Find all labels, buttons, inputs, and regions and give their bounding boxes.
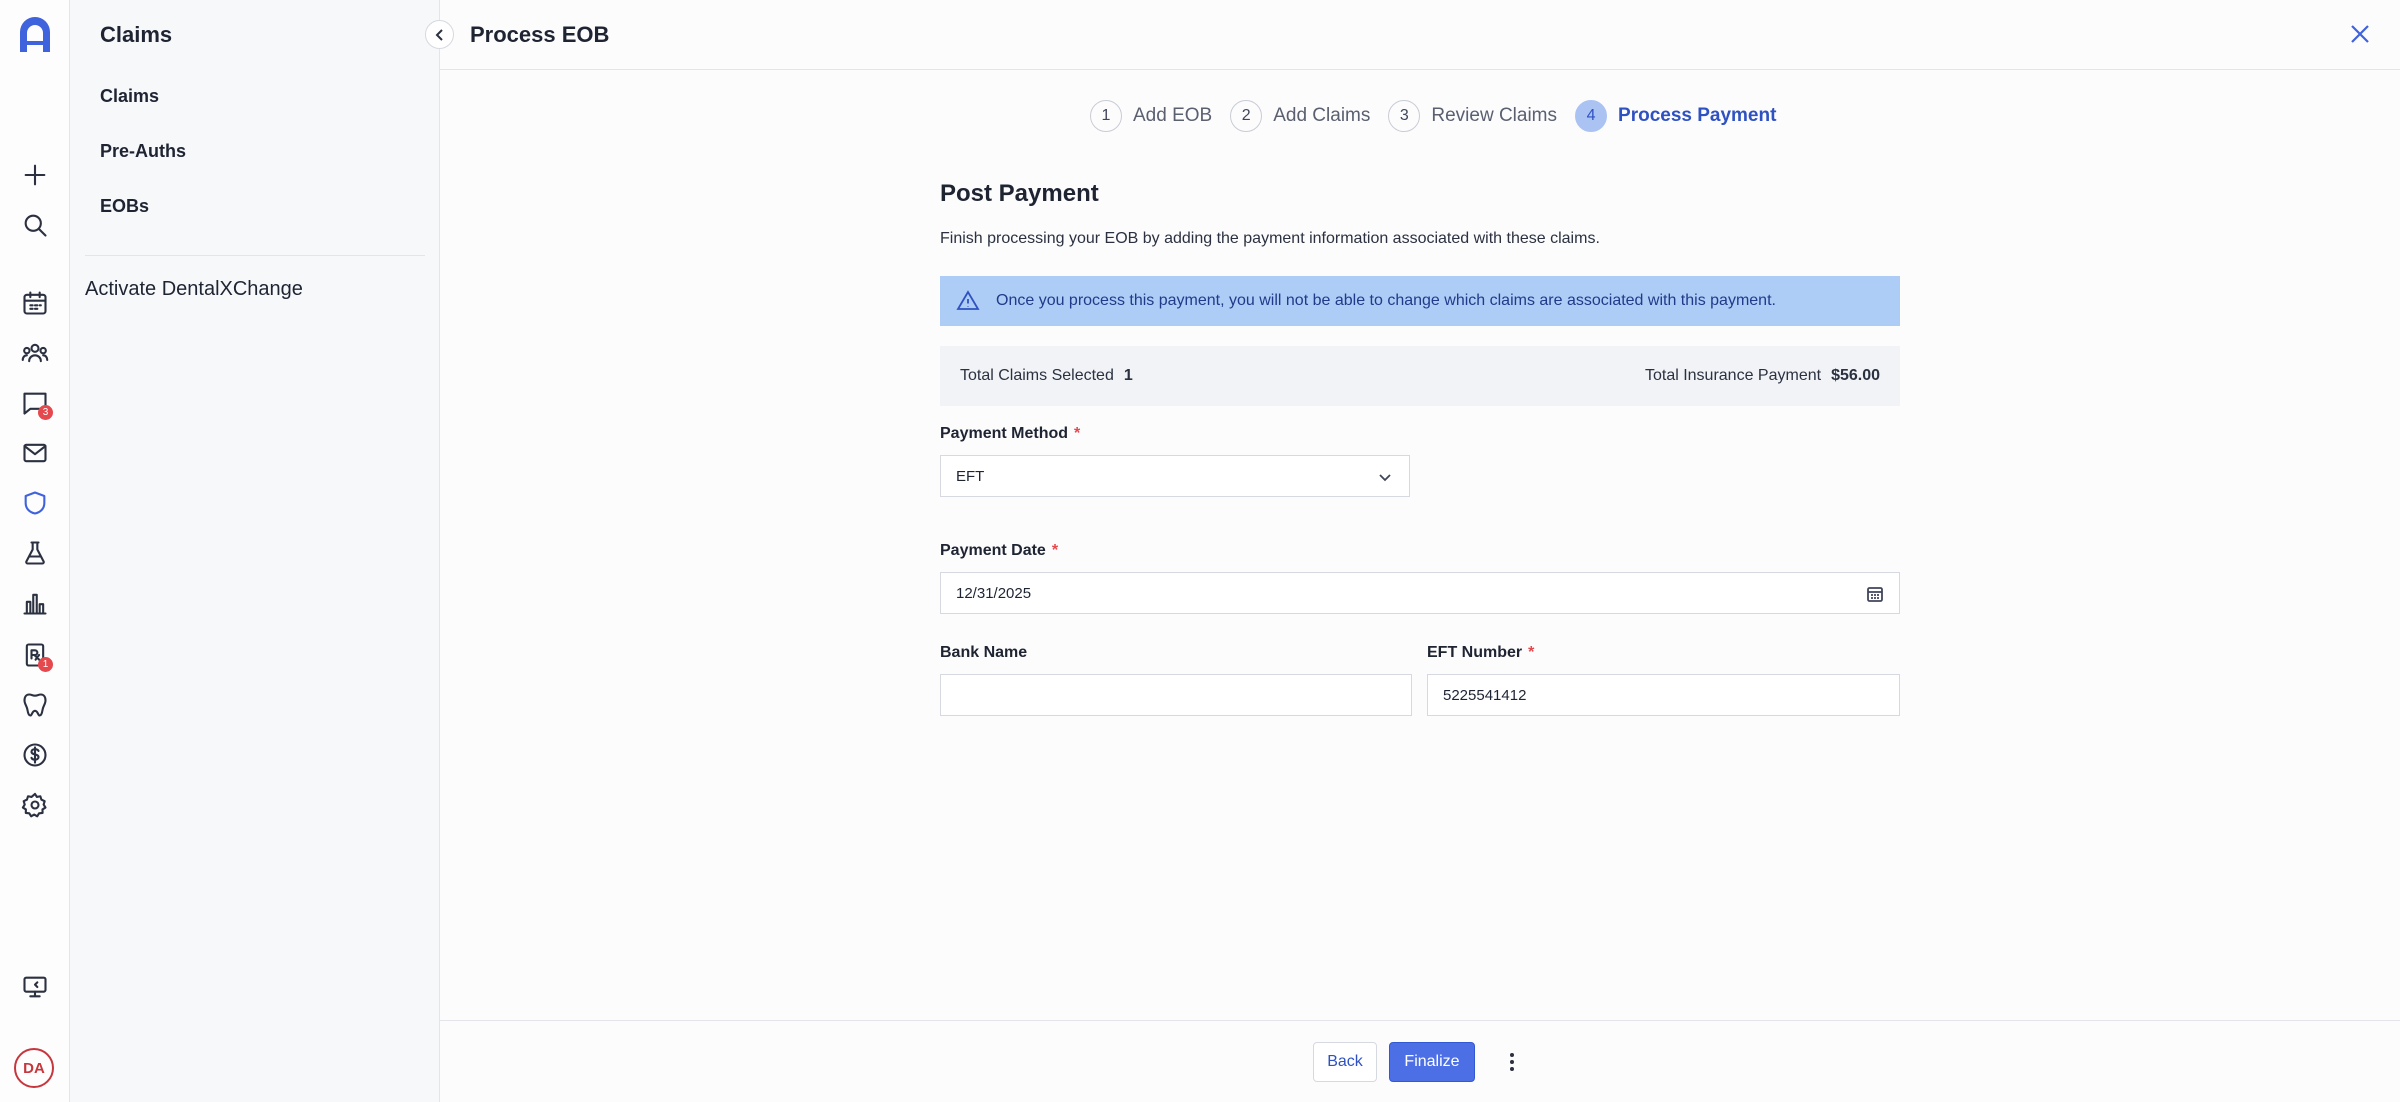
payment-summary: Total Claims Selected 1 Total Insurance P… — [940, 346, 1900, 406]
step-label: Add EOB — [1133, 105, 1213, 126]
sidebar-item-eobs[interactable]: EOBs — [100, 196, 149, 217]
step-number: 4 — [1575, 100, 1608, 132]
step-process-payment[interactable]: 4 Process Payment — [1575, 100, 1776, 132]
label-text: Payment Date — [940, 542, 1046, 559]
step-number: 2 — [1230, 100, 1263, 132]
label-text: Bank Name — [940, 644, 1028, 661]
step-add-eob[interactable]: 1 Add EOB — [1090, 100, 1212, 132]
payment-date-value: 12/31/2025 — [956, 584, 1032, 602]
bank-name-label: Bank Name — [940, 644, 1027, 662]
total-insurance-payment: Total Insurance Payment $56.00 — [1645, 367, 1880, 385]
avatar[interactable]: DA — [14, 1048, 54, 1088]
collapse-sidebar-button[interactable] — [425, 20, 454, 49]
sidebar-item-pre-auths[interactable]: Pre-Auths — [100, 141, 186, 162]
reports-chart-icon[interactable] — [17, 585, 53, 621]
total-claims-label: Total Claims Selected — [960, 367, 1114, 384]
search-icon[interactable] — [17, 207, 53, 243]
plus-icon[interactable] — [17, 157, 53, 193]
total-payment-value: $56.00 — [1831, 367, 1880, 384]
prescription-badge: 1 — [38, 657, 53, 672]
calendar-icon[interactable] — [1865, 584, 1885, 604]
label-text: EFT Number — [1427, 644, 1523, 661]
monitor-icon[interactable] — [17, 969, 53, 1005]
required-marker: * — [1051, 542, 1059, 559]
section-heading: Post Payment — [940, 180, 1099, 207]
sidebar-divider — [85, 255, 425, 256]
claims-sidebar: Claims Claims Pre-Auths EOBs Activate De… — [70, 0, 440, 1102]
payment-method-value: EFT — [956, 467, 985, 485]
step-review-claims[interactable]: 3 Review Claims — [1388, 100, 1557, 132]
post-payment-form: Post Payment Finish processing your EOB … — [940, 180, 1900, 716]
close-icon — [2351, 25, 2369, 43]
logo-icon[interactable] — [14, 14, 56, 56]
bank-name-field[interactable] — [940, 674, 1412, 716]
eft-number-field[interactable]: 5225541412 — [1427, 674, 1900, 716]
icon-rail: 3 1 DA — [0, 0, 70, 1102]
total-payment-label: Total Insurance Payment — [1644, 367, 1822, 384]
close-button[interactable] — [2348, 22, 2372, 46]
page-title: Process EOB — [470, 22, 610, 47]
payment-date-field[interactable]: 12/31/2025 — [940, 572, 1900, 614]
finalize-button[interactable]: Finalize — [1389, 1042, 1475, 1082]
step-number: 3 — [1388, 100, 1421, 132]
step-add-claims[interactable]: 2 Add Claims — [1230, 100, 1370, 132]
shield-icon[interactable] — [17, 485, 53, 521]
activate-dentalxchange-link[interactable]: Activate DentalXChange — [85, 278, 303, 301]
more-options-icon[interactable] — [1502, 1047, 1522, 1077]
settings-icon[interactable] — [17, 787, 53, 823]
messages-icon[interactable]: 3 — [17, 385, 53, 421]
sidebar-item-claims[interactable]: Claims — [100, 86, 159, 107]
label-text: Payment Method — [940, 425, 1069, 442]
sidebar-title: Claims — [100, 22, 173, 47]
patients-icon[interactable] — [17, 335, 53, 371]
wizard-stepper: 1 Add EOB 2 Add Claims 3 Review Claims 4… — [1090, 100, 1794, 132]
required-marker: * — [1074, 425, 1081, 442]
payment-method-select[interactable]: EFT — [940, 455, 1410, 497]
messages-badge: 3 — [38, 405, 53, 420]
calendar-icon[interactable] — [17, 285, 53, 321]
payment-method-label: Payment Method * — [940, 425, 1080, 443]
required-marker: * — [1528, 644, 1535, 661]
tooth-icon[interactable] — [17, 687, 53, 723]
step-number: 1 — [1090, 100, 1122, 132]
alert-text: Once you process this payment, you will … — [996, 292, 1776, 309]
step-label: Process Payment — [1618, 105, 1777, 126]
total-claims-value: 1 — [1123, 367, 1133, 384]
chevron-left-icon — [435, 28, 443, 41]
prescription-icon[interactable]: 1 — [17, 637, 53, 673]
step-label: Add Claims — [1273, 105, 1371, 126]
step-label: Review Claims — [1431, 105, 1558, 126]
back-button[interactable]: Back — [1313, 1042, 1377, 1082]
lab-flask-icon[interactable] — [17, 535, 53, 571]
section-description: Finish processing your EOB by adding the… — [940, 230, 1600, 247]
mail-icon[interactable] — [17, 435, 53, 471]
warning-triangle-icon — [956, 290, 980, 310]
page-header: Process EOB — [440, 0, 2400, 70]
wizard-footer: Back Finalize — [440, 1020, 2400, 1102]
warning-alert: Once you process this payment, you will … — [940, 276, 1900, 326]
eft-number-value: 5225541412 — [1443, 686, 1527, 704]
chevron-down-icon — [1375, 467, 1395, 487]
dollar-icon[interactable] — [17, 737, 53, 773]
payment-date-label: Payment Date * — [940, 542, 1058, 560]
eft-number-label: EFT Number * — [1427, 644, 1534, 662]
total-claims-selected: Total Claims Selected 1 — [960, 367, 1133, 385]
